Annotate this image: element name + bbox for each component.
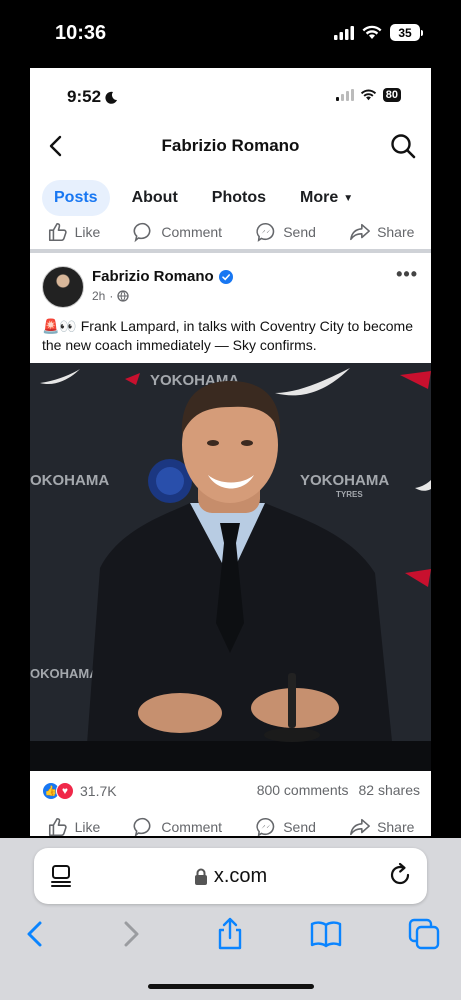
reaction-count: 31.7K [80, 783, 117, 799]
previous-post-actions: Like Comment Send Share [30, 218, 431, 246]
comment-button[interactable]: Comment [133, 221, 222, 243]
send-button[interactable]: Send [255, 221, 316, 243]
send-button[interactable]: Send [255, 816, 316, 836]
page-title: Fabrizio Romano [161, 136, 300, 155]
love-reaction-icon: ♥ [56, 782, 74, 800]
comment-icon [133, 817, 151, 836]
forward-icon[interactable] [112, 916, 148, 952]
share-count[interactable]: 82 shares [359, 782, 420, 798]
share-arrow-icon [350, 223, 371, 241]
moon-icon [105, 91, 118, 104]
messenger-icon [256, 222, 275, 242]
svg-text:TYRES: TYRES [336, 490, 363, 499]
more-options-icon[interactable]: ••• [396, 264, 418, 285]
safari-toolbar: x.com [0, 838, 461, 1000]
share-arrow-icon [350, 818, 371, 836]
svg-text:OKOHAMA: OKOHAMA [30, 472, 109, 489]
inner-signal-icon [335, 89, 354, 101]
comment-count[interactable]: 800 comments [257, 782, 349, 798]
search-icon[interactable] [389, 132, 417, 160]
inner-battery-level: 80 [382, 88, 401, 102]
tab-posts[interactable]: Posts [42, 180, 110, 216]
post-time[interactable]: 2h [92, 289, 105, 303]
wifi-icon [362, 25, 382, 39]
address-bar[interactable]: x.com [34, 848, 427, 904]
page-header: Fabrizio Romano [30, 124, 431, 168]
inner-status-bar: 9:52 80 [30, 68, 431, 118]
battery-level: 35 [390, 24, 420, 41]
svg-text:YOKOHAMA: YOKOHAMA [300, 472, 389, 489]
profile-tabs: Posts About Photos More ▼ [42, 180, 375, 216]
share-button[interactable]: Share [349, 221, 414, 243]
tab-more[interactable]: More ▼ [288, 180, 365, 216]
comment-button[interactable]: Comment [133, 816, 222, 836]
inner-status-time: 9:52 [67, 87, 102, 106]
press-conference-photo: YOKOHAMA YOKOHAMA OKOHAMA OKOHAMA TYRES [30, 363, 431, 771]
status-icons: 35 [334, 24, 423, 41]
globe-icon [117, 290, 130, 302]
lock-icon [194, 868, 207, 885]
post-text: 🚨👀 Frank Lampard, in talks with Coventry… [42, 318, 413, 353]
avatar[interactable] [42, 266, 84, 308]
browser-nav [0, 916, 461, 954]
verified-badge-icon [218, 269, 233, 284]
screenshot-card: 9:52 80 Fabrizio Romano Posts About Phot… [30, 68, 431, 836]
like-button[interactable]: Like [47, 221, 100, 243]
status-time: 10:36 [55, 22, 107, 44]
comment-icon [133, 222, 151, 243]
thumbs-up-icon [48, 817, 67, 836]
tab-about[interactable]: About [120, 180, 190, 216]
signal-icon [334, 25, 354, 40]
url-text: x.com [213, 865, 268, 887]
bookmarks-icon[interactable] [308, 916, 344, 952]
post-actions: Like Comment Send Share [30, 813, 431, 836]
battery-icon: 35 [390, 24, 423, 41]
tab-photos[interactable]: Photos [200, 180, 278, 216]
outer-status-bar: 10:36 35 [0, 0, 461, 70]
svg-text:OKOHAMA: OKOHAMA [30, 666, 99, 681]
post-photo[interactable]: YOKOHAMA YOKOHAMA OKOHAMA OKOHAMA TYRES [30, 363, 431, 771]
share-button[interactable]: Share [349, 816, 414, 836]
share-icon[interactable] [212, 916, 248, 952]
post-stats: 👍 ♥ 31.7K 800 comments 82 shares [42, 780, 420, 802]
inner-wifi-icon [360, 89, 376, 101]
reload-icon[interactable] [387, 862, 413, 888]
post-author[interactable]: Fabrizio Romano [92, 268, 214, 285]
reactions-summary[interactable]: 👍 ♥ 31.7K [42, 782, 117, 800]
tabs-icon[interactable] [406, 916, 442, 952]
messenger-icon [256, 817, 275, 836]
home-indicator [148, 984, 314, 989]
back-icon[interactable] [18, 916, 54, 952]
like-button[interactable]: Like [47, 816, 100, 836]
thumbs-up-icon [48, 222, 67, 242]
post-header: Fabrizio Romano 2h · ••• [42, 264, 422, 310]
caret-down-icon: ▼ [343, 192, 354, 204]
feed-divider [30, 249, 431, 253]
